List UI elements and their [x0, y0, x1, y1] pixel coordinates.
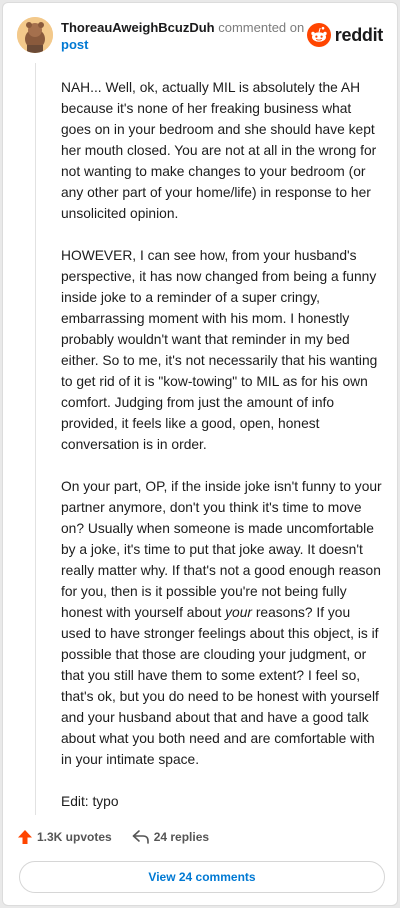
- reply-arrow-icon: [132, 830, 149, 844]
- comment-footer: 1.3K upvotes 24 replies: [17, 827, 229, 847]
- post-link[interactable]: post: [61, 36, 304, 53]
- comment-body: NAH... Well, ok, actually MIL is absolut…: [61, 77, 383, 833]
- comment-card: ThoreauAweighBcuzDuh commented on post r…: [2, 2, 398, 906]
- comment-paragraph: HOWEVER, I can see how, from your husban…: [61, 248, 378, 452]
- replies-button[interactable]: 24 replies: [132, 829, 209, 845]
- upvote-count: 1.3K upvotes: [37, 830, 112, 844]
- upvote-button[interactable]: 1.3K upvotes: [17, 829, 112, 845]
- user-avatar[interactable]: [17, 17, 53, 53]
- comment-paragraph: On your part, OP, if the inside joke isn…: [61, 476, 383, 770]
- comment-meta: ThoreauAweighBcuzDuh commented on post: [61, 19, 304, 53]
- edit-note: Edit: typo: [61, 794, 119, 809]
- comment-paragraph: NAH... Well, ok, actually MIL is absolut…: [61, 80, 377, 221]
- reddit-alien-icon: [306, 23, 331, 47]
- reddit-wordmark: reddit: [334, 24, 384, 45]
- reddit-logo[interactable]: reddit: [306, 23, 384, 47]
- avatar-icon: [17, 17, 53, 53]
- reply-count: 24 replies: [153, 830, 210, 844]
- view-comments-button[interactable]: View 24 comments: [19, 861, 385, 893]
- thread-line: [35, 63, 36, 815]
- comment-action: commented on: [218, 20, 305, 35]
- paragraph-text: reasons? If you used to have stronger fe…: [61, 605, 379, 767]
- emphasis-text: your: [225, 605, 252, 620]
- paragraph-text: On your part, OP, if the inside joke isn…: [61, 479, 382, 620]
- upvote-arrow-icon: [18, 830, 32, 844]
- comment-header: ThoreauAweighBcuzDuh commented on post r…: [17, 17, 383, 57]
- username[interactable]: ThoreauAweighBcuzDuh: [61, 20, 215, 35]
